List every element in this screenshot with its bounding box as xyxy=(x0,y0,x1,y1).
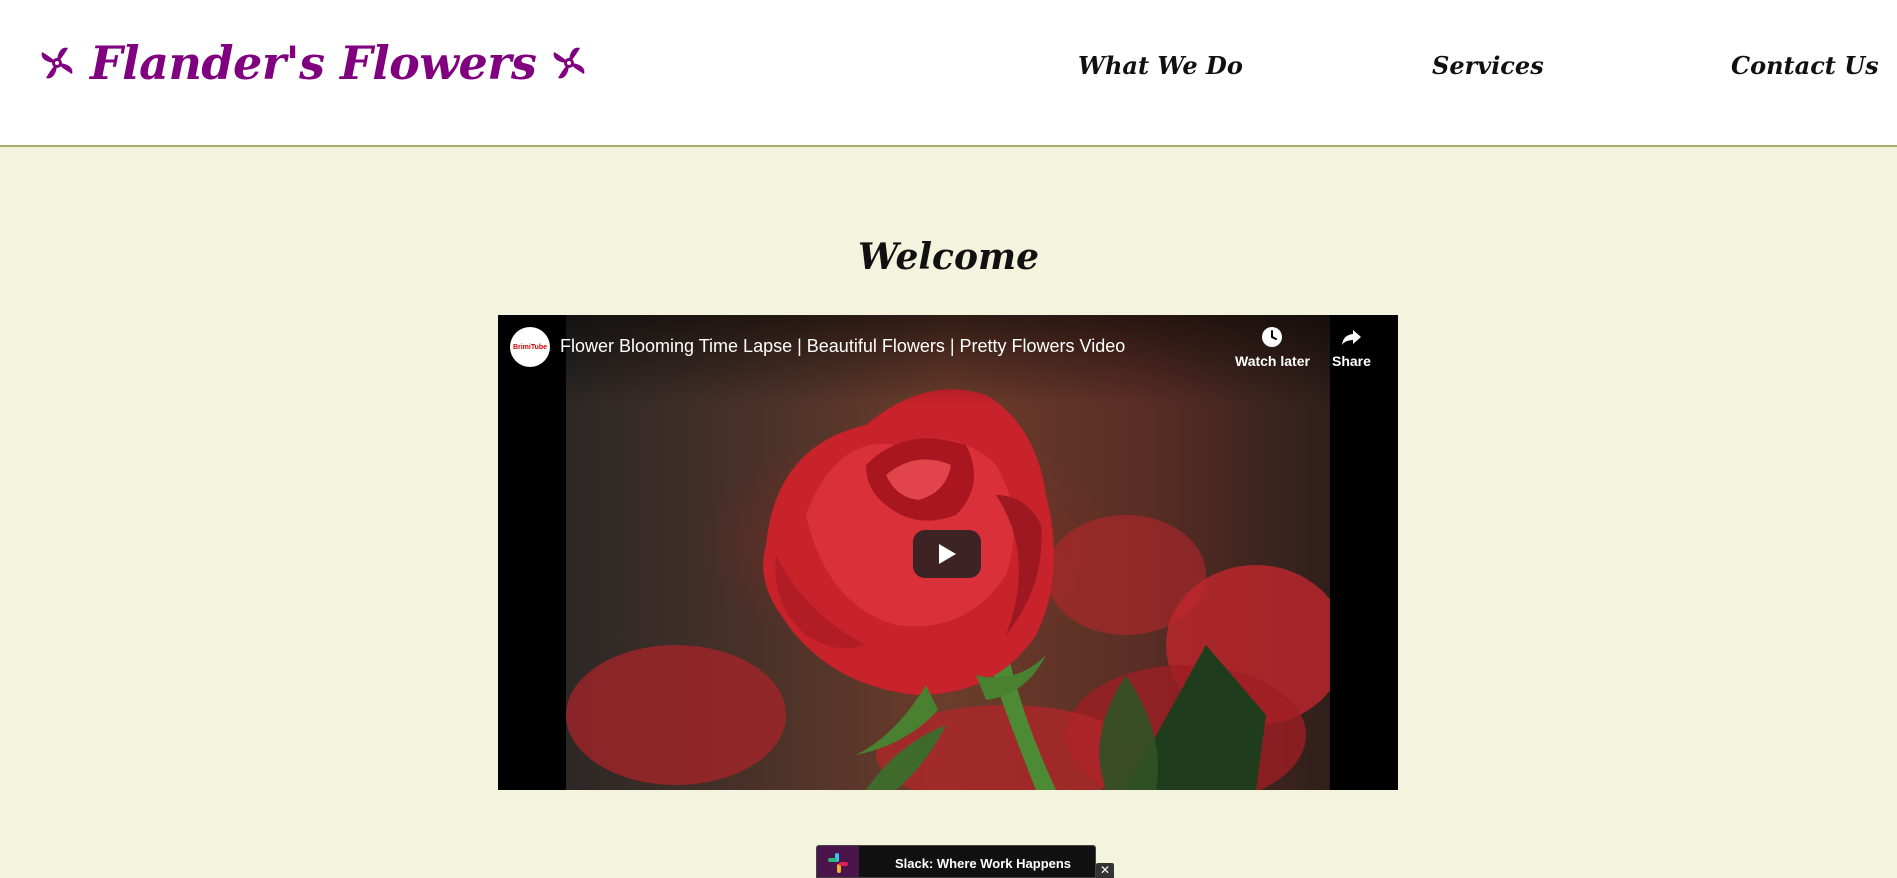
page-title: Welcome xyxy=(857,236,1039,278)
video-player[interactable]: BrimiTube Flower Blooming Time Lapse | B… xyxy=(498,315,1398,790)
brand-logo[interactable]: Flander's Flowers xyxy=(34,30,592,96)
ad-close-button[interactable]: ✕ xyxy=(1096,863,1114,878)
pinwheel-flower-icon xyxy=(546,40,592,86)
ad-text: Slack: Where Work Happens xyxy=(895,856,1072,871)
play-icon xyxy=(937,543,957,565)
play-button[interactable] xyxy=(913,530,981,578)
ad-banner[interactable]: Slack: Where Work Happens xyxy=(816,845,1096,878)
nav-link-services[interactable]: Services xyxy=(1432,48,1544,84)
nav-link-contact-us[interactable]: Contact Us xyxy=(1731,48,1879,84)
brand-name: Flander's Flowers xyxy=(90,36,537,90)
watch-later-button[interactable]: Watch later xyxy=(1235,325,1310,369)
share-arrow-icon xyxy=(1339,325,1363,349)
watch-later-label: Watch later xyxy=(1235,353,1310,369)
clock-icon xyxy=(1260,325,1284,349)
nav-link-what-we-do[interactable]: What We Do xyxy=(1078,48,1243,84)
video-title[interactable]: Flower Blooming Time Lapse | Beautiful F… xyxy=(560,336,1125,357)
site-header: Flander's Flowers What We Do Services Co… xyxy=(0,0,1897,147)
share-button[interactable]: Share xyxy=(1332,325,1371,369)
channel-avatar[interactable]: BrimiTube xyxy=(510,327,550,367)
slack-logo-icon xyxy=(817,846,859,877)
pinwheel-flower-icon xyxy=(34,40,80,86)
share-label: Share xyxy=(1332,353,1371,369)
